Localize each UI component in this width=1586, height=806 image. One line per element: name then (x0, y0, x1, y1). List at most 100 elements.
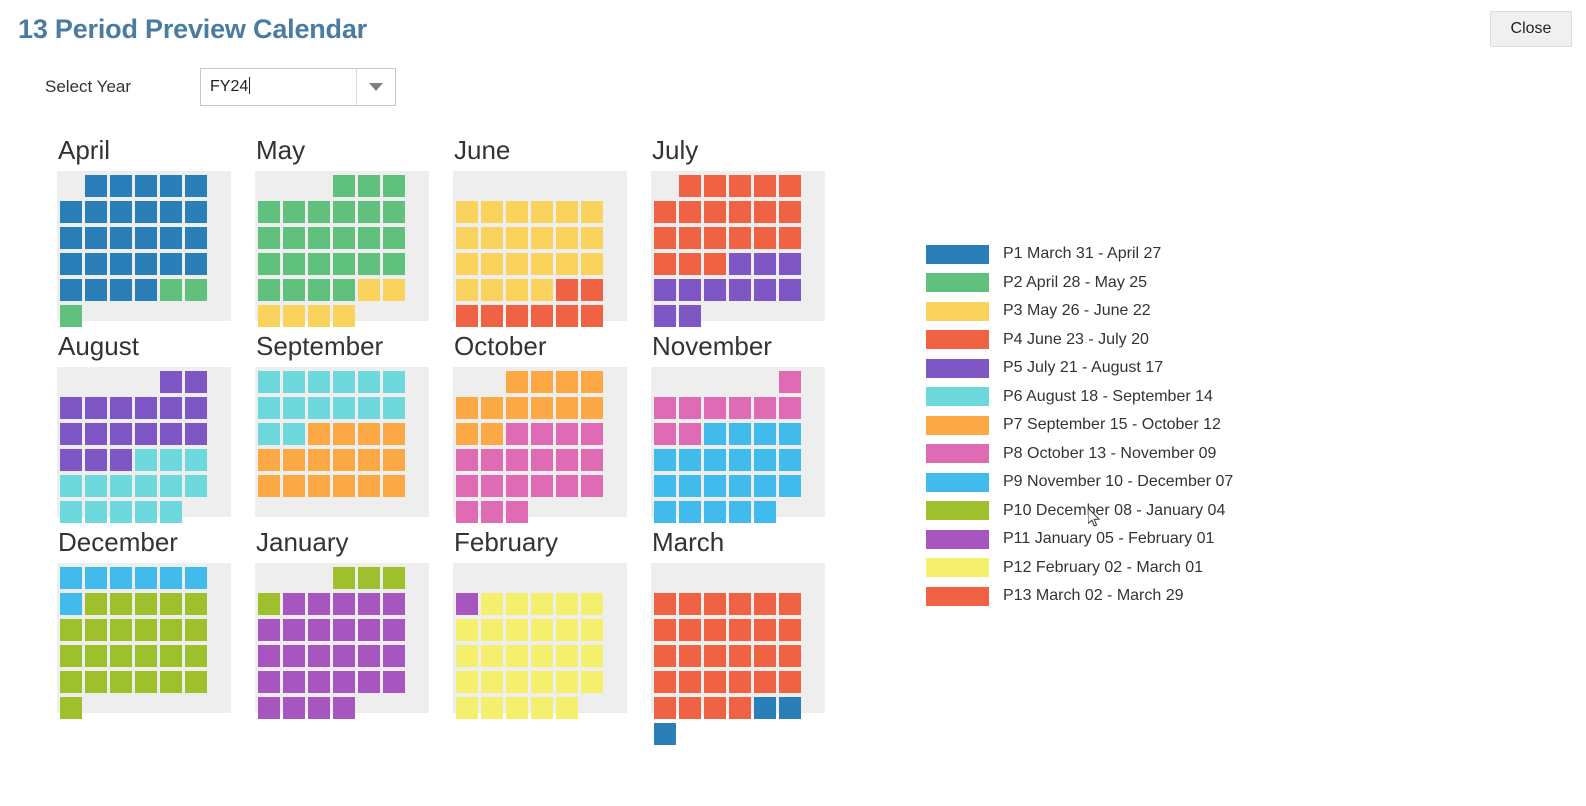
day-cell-P9 (754, 501, 776, 523)
day-cell-P9 (754, 449, 776, 471)
day-cell-empty (556, 723, 578, 745)
day-cell-P2 (60, 305, 82, 327)
day-cell-P12 (481, 593, 503, 615)
legend-label: P9 November 10 - December 07 (1003, 473, 1234, 491)
day-cell-P11 (308, 697, 330, 719)
day-cell-P10 (85, 671, 107, 693)
day-cell-empty (135, 305, 157, 327)
day-cell-P12 (581, 619, 603, 641)
day-cell-P5 (185, 371, 207, 393)
day-cell-P9 (679, 475, 701, 497)
day-cell-P3 (556, 227, 578, 249)
legend-item-p11: P11 January 05 - February 01 (926, 525, 1233, 554)
day-cell-P4 (531, 305, 553, 327)
day-cell-P8 (456, 449, 478, 471)
day-cell-empty (531, 567, 553, 589)
day-cell-P7 (308, 449, 330, 471)
legend-swatch-p12 (926, 558, 989, 578)
day-cell-P11 (333, 593, 355, 615)
day-cell-empty (358, 305, 380, 327)
day-cell-P10 (160, 619, 182, 641)
day-cell-P11 (308, 671, 330, 693)
select-year-value[interactable]: FY24 (201, 69, 251, 105)
day-cell-empty (581, 501, 603, 523)
day-cell-P5 (679, 305, 701, 327)
day-cell-P7 (456, 397, 478, 419)
close-button[interactable]: Close (1490, 11, 1572, 47)
day-cell-P11 (333, 671, 355, 693)
day-cell-P10 (333, 567, 355, 589)
day-cell-P9 (60, 567, 82, 589)
select-year-combobox[interactable]: FY24 (200, 68, 396, 106)
day-cell-P6 (160, 475, 182, 497)
day-cell-P6 (135, 501, 157, 523)
calendar-month-row: December January February March (57, 525, 857, 745)
day-cell-P5 (85, 449, 107, 471)
day-cell-P13 (729, 593, 751, 615)
day-cell-P11 (358, 593, 380, 615)
day-cell-P3 (456, 227, 478, 249)
legend-swatch-p8 (926, 444, 989, 464)
day-cell-P12 (531, 645, 553, 667)
day-cell-P13 (654, 671, 676, 693)
day-cell-empty (779, 305, 801, 327)
day-cell-P2 (308, 279, 330, 301)
day-cell-empty (729, 723, 751, 745)
legend-swatch-p9 (926, 472, 989, 492)
day-cell-P5 (160, 397, 182, 419)
day-cell-P11 (308, 593, 330, 615)
day-cell-P3 (531, 227, 553, 249)
day-cell-empty (779, 723, 801, 745)
day-cell-P4 (779, 201, 801, 223)
day-cell-P5 (110, 397, 132, 419)
day-cell-P3 (456, 253, 478, 275)
month-label: January (256, 527, 349, 557)
day-cell-P9 (704, 475, 726, 497)
day-cell-P4 (581, 305, 603, 327)
day-cell-empty (531, 175, 553, 197)
day-cell-P2 (283, 227, 305, 249)
legend-item-p7: P7 September 15 - October 12 (926, 411, 1233, 440)
legend-swatch-p1 (926, 244, 989, 264)
day-cell-P3 (506, 253, 528, 275)
legend-item-p8: P8 October 13 - November 09 (926, 440, 1233, 469)
day-cell-P1 (754, 697, 776, 719)
day-cell-P6 (383, 371, 405, 393)
day-cell-empty (110, 697, 132, 719)
day-cell-P2 (383, 227, 405, 249)
month-label: September (256, 331, 384, 361)
select-year-dropdown-button[interactable] (356, 69, 395, 105)
month-label: March (652, 527, 725, 557)
month-panel-june: June (453, 133, 651, 327)
day-cell-P9 (779, 423, 801, 445)
day-cell-P5 (779, 279, 801, 301)
day-cell-P12 (531, 697, 553, 719)
day-cell-P3 (481, 253, 503, 275)
day-cell-P1 (135, 227, 157, 249)
day-cell-P2 (383, 201, 405, 223)
day-cell-P10 (258, 593, 280, 615)
legend-label: P11 January 05 - February 01 (1003, 530, 1215, 548)
day-cell-empty (110, 305, 132, 327)
calendar-grid: April May June July August September October No… (57, 133, 857, 745)
day-cell-P10 (160, 593, 182, 615)
day-cell-empty (283, 567, 305, 589)
day-cell-P2 (160, 279, 182, 301)
day-cell-P5 (185, 397, 207, 419)
day-cell-P6 (110, 475, 132, 497)
day-cell-P13 (779, 671, 801, 693)
day-cell-P5 (654, 305, 676, 327)
day-cell-P7 (581, 371, 603, 393)
day-cell-P10 (85, 593, 107, 615)
day-cell-P6 (110, 501, 132, 523)
day-cell-P9 (779, 475, 801, 497)
day-cell-P1 (60, 201, 82, 223)
day-cell-P2 (358, 175, 380, 197)
day-cell-P3 (283, 305, 305, 327)
legend-label: P10 December 08 - January 04 (1003, 501, 1226, 519)
day-cell-P4 (754, 201, 776, 223)
day-cell-P1 (160, 175, 182, 197)
day-cell-empty (506, 723, 528, 745)
day-cell-P1 (110, 227, 132, 249)
day-cell-P8 (679, 423, 701, 445)
